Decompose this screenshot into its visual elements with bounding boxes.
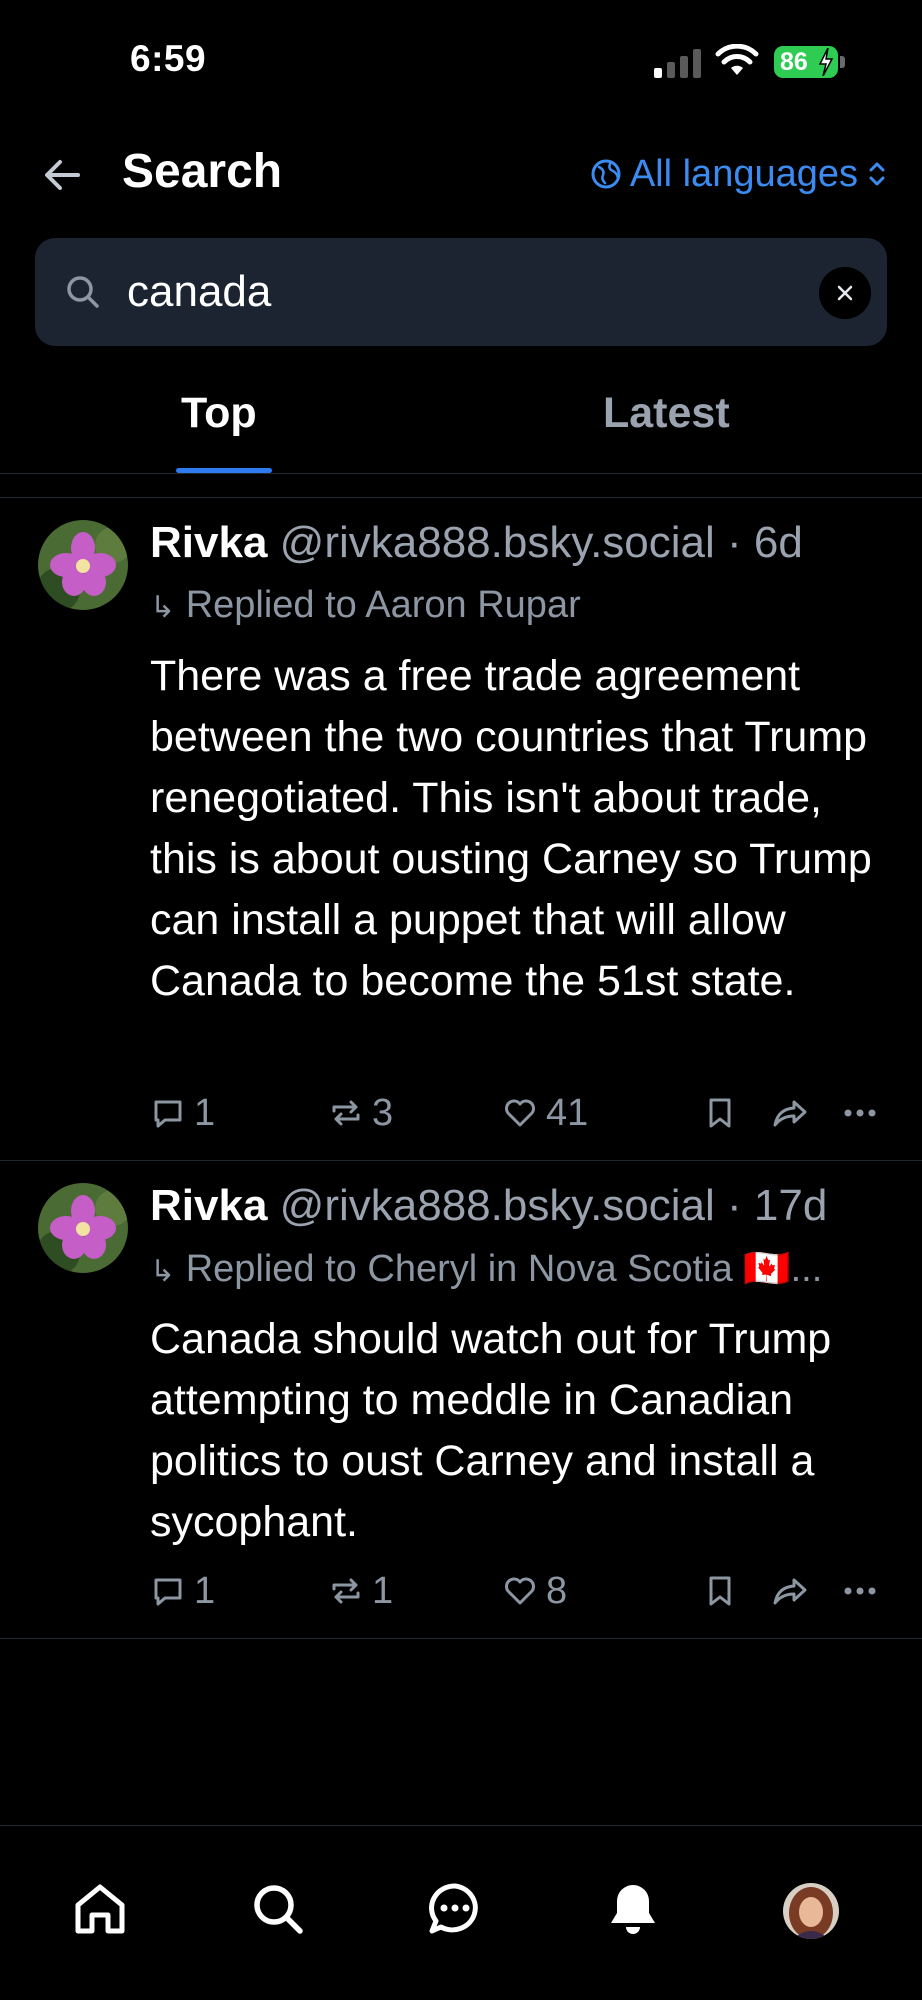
post-time: · 17d	[727, 1181, 828, 1230]
reply-button[interactable]: 1	[150, 1566, 215, 1616]
post-text: Canada should watch out for Trump attemp…	[150, 1315, 832, 1546]
post-author[interactable]: Rivka	[150, 518, 267, 567]
repost-icon	[332, 1100, 360, 1126]
home-icon[interactable]	[70, 1879, 130, 1939]
language-selector[interactable]: All languages	[590, 148, 888, 200]
heart-icon	[505, 1099, 535, 1127]
share-icon[interactable]	[770, 1566, 810, 1616]
post-header: Rivka @rivka888.bsky.social · 6d	[150, 518, 803, 568]
language-label: All languages	[629, 152, 858, 195]
post-card[interactable]: Rivka @rivka888.bsky.social · 6d ↳ Repli…	[0, 498, 922, 1161]
avatar[interactable]	[38, 520, 128, 610]
bell-icon[interactable]	[603, 1879, 663, 1939]
post-actions: 1 3 41	[150, 1088, 890, 1138]
repost-button[interactable]: 3	[328, 1088, 393, 1138]
arrow-left-icon[interactable]	[38, 150, 88, 200]
like-button[interactable]: 41	[502, 1088, 588, 1138]
search-input[interactable]	[121, 260, 787, 324]
status-bar: 6:59 86	[0, 0, 922, 120]
reply-context[interactable]: ↳ Replied to Cheryl in Nova Scotia 🇨🇦...	[150, 1247, 822, 1291]
charging-bolt-icon	[818, 48, 834, 76]
globe-icon	[591, 159, 621, 189]
post-author[interactable]: Rivka	[150, 1181, 267, 1230]
more-icon[interactable]	[840, 1566, 880, 1616]
page-title: Search	[122, 145, 283, 198]
repost-count: 3	[372, 1091, 394, 1134]
repost-button[interactable]: 1	[328, 1566, 393, 1616]
close-icon[interactable]	[819, 267, 871, 319]
avatar[interactable]	[38, 1183, 128, 1273]
reply-arrow-icon: ↳	[150, 591, 176, 624]
post-card[interactable]: Rivka @rivka888.bsky.social · 17d ↳ Repl…	[0, 1161, 922, 1639]
search-icon[interactable]	[248, 1879, 308, 1939]
reply-arrow-icon: ↳	[150, 1255, 176, 1288]
active-tab-indicator	[176, 468, 272, 473]
tab-latest[interactable]: Latest	[603, 389, 730, 438]
comment-icon	[154, 1578, 182, 1606]
chat-icon[interactable]	[425, 1879, 485, 1939]
comment-icon	[154, 1100, 182, 1128]
profile-avatar[interactable]	[783, 1883, 839, 1939]
signal-icon	[654, 48, 702, 78]
post-handle[interactable]: @rivka888.bsky.social	[280, 518, 715, 567]
like-count: 41	[546, 1091, 589, 1134]
reply-label: Replied to Cheryl in Nova Scotia 🇨🇦...	[185, 1248, 823, 1290]
header: Search All languages	[0, 130, 922, 220]
repost-icon	[332, 1578, 360, 1604]
wifi-icon	[715, 44, 759, 75]
post-actions: 1 1 8	[150, 1566, 890, 1616]
reply-button[interactable]: 1	[150, 1088, 215, 1138]
repost-count: 1	[372, 1569, 394, 1612]
search-screen: 6:59 86 Search All languages canada Top …	[0, 0, 922, 2000]
like-count: 8	[546, 1569, 568, 1612]
search-icon	[67, 276, 99, 308]
chevron-updown-icon	[869, 162, 885, 186]
bottom-tab-bar	[0, 1825, 922, 2000]
reply-count: 1	[194, 1091, 216, 1134]
more-icon[interactable]	[840, 1088, 880, 1138]
post-time: · 6d	[727, 518, 803, 567]
reply-label: Replied to Aaron Rupar	[185, 584, 581, 626]
post-handle[interactable]: @rivka888.bsky.social	[280, 1181, 715, 1230]
post-header: Rivka @rivka888.bsky.social · 17d	[150, 1181, 827, 1231]
battery-tip	[840, 56, 845, 68]
status-time: 6:59	[130, 38, 207, 79]
bookmark-icon[interactable]	[702, 1566, 738, 1616]
share-icon[interactable]	[770, 1088, 810, 1138]
heart-icon	[505, 1577, 535, 1605]
tab-top[interactable]: Top	[181, 389, 257, 438]
battery-level: 86	[780, 48, 808, 76]
reply-context[interactable]: ↳ Replied to Aaron Rupar	[150, 584, 581, 627]
post-text: There was a free trade agreement between…	[150, 652, 872, 1005]
like-button[interactable]: 8	[502, 1566, 567, 1616]
reply-count: 1	[194, 1569, 216, 1612]
bookmark-icon[interactable]	[702, 1088, 738, 1138]
search-tabs: Top Latest	[0, 375, 922, 474]
search-bar	[35, 238, 887, 346]
